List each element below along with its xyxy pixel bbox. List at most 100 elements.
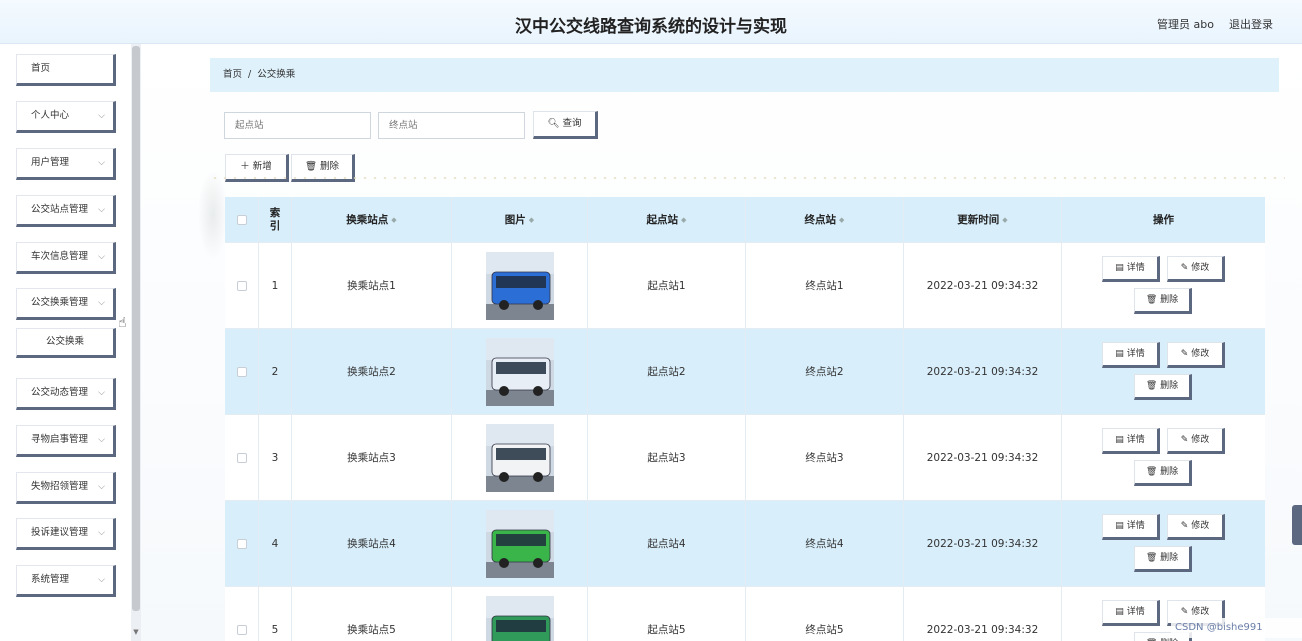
sidebar-item-home[interactable]: 首页 (16, 54, 116, 86)
row-updated-value: 2022-03-21 09:34:32 (926, 365, 1039, 378)
detail-button-label: 详情 (1126, 521, 1145, 531)
top-header: 汉中公交线路查询系统的设计与实现 管理员 abo 退出登录 (0, 0, 1302, 44)
row-checkbox[interactable] (236, 538, 247, 549)
header-start-label: 起点站 (646, 214, 679, 226)
chevron-down-icon: ⌵ (98, 388, 105, 398)
delete-button[interactable]: 🗑︎ 删除 (1134, 374, 1192, 400)
row-start-value: 起点站3 (647, 452, 686, 464)
sidebar-item-transfer-management[interactable]: 公交换乘管理 ⌵ (16, 288, 116, 320)
bus-photo[interactable] (485, 509, 554, 578)
sidebar-item-personal-center[interactable]: 个人中心 ⌵ (16, 101, 116, 133)
row-select-cell (225, 329, 259, 414)
header-updated[interactable]: 更新时间 ◆ (904, 197, 1062, 242)
detail-button[interactable]: ▤ 详情 (1102, 256, 1160, 282)
select-all-checkbox[interactable] (236, 214, 247, 225)
row-updated: 2022-03-21 09:34:32 (904, 415, 1062, 500)
row-transfer-value: 换乘站点5 (347, 624, 396, 636)
scroll-down-arrow-icon[interactable]: ▼ (132, 628, 140, 638)
header-index-label: 索引 (269, 206, 281, 232)
sort-icon[interactable]: ◆ (529, 216, 534, 224)
row-updated-value: 2022-03-21 09:34:32 (926, 623, 1039, 636)
table-row: 5 换乘站点5 起点站5 终点站5 2022-03-21 09:34:32 ▤ 详情 ✎ 修… (225, 586, 1265, 641)
table-header-row: 索引 换乘站点 ◆ 图片 ◆ 起点站 ◆ 终点站 ◆ 更新时间 ◆ 操作 (225, 197, 1265, 242)
sidebar-item-complaint-management[interactable]: 投诉建议管理 ⌵ (16, 518, 116, 550)
sidebar-item-label: 车次信息管理 (31, 251, 89, 262)
sidebar-scroll-thumb[interactable] (132, 46, 140, 611)
header-transfer[interactable]: 换乘站点 ◆ (292, 197, 452, 242)
sidebar-item-found-items-management[interactable]: 失物招领管理 ⌵ (16, 472, 116, 504)
sort-icon[interactable]: ◆ (681, 216, 686, 224)
row-ops: ▤ 详情 ✎ 修改 🗑︎ 删除 (1062, 501, 1265, 586)
detail-button-label: 详情 (1126, 349, 1145, 359)
detail-button[interactable]: ▤ 详情 (1102, 428, 1160, 454)
row-transfer: 换乘站点5 (292, 587, 452, 641)
sidebar-item-bus-stop-management[interactable]: 公交站点管理 ⌵ (16, 195, 116, 227)
bus-photo[interactable] (485, 423, 554, 492)
header-image[interactable]: 图片 ◆ (452, 197, 588, 242)
delete-button[interactable]: 🗑︎ 删除 (1134, 460, 1192, 486)
sort-icon[interactable]: ◆ (1002, 216, 1007, 224)
side-tab-handle[interactable] (1292, 505, 1302, 545)
sidebar-item-user-management[interactable]: 用户管理 ⌵ (16, 148, 116, 180)
edit-button[interactable]: ✎ 修改 (1167, 514, 1225, 540)
row-image (452, 587, 588, 641)
row-updated: 2022-03-21 09:34:32 (904, 501, 1062, 586)
end-station-input[interactable] (378, 112, 525, 139)
delete-button-label: 删除 (1160, 381, 1179, 391)
edit-button[interactable]: ✎ 修改 (1167, 428, 1225, 454)
bus-photo[interactable] (485, 337, 554, 406)
row-select-cell (225, 501, 259, 586)
bus-photo[interactable] (485, 251, 554, 320)
table-row: 3 换乘站点3 起点站3 终点站3 2022-03-21 09:34:32 ▤ 详情 ✎ 修… (225, 414, 1265, 500)
table-row: 4 换乘站点4 起点站4 终点站4 2022-03-21 09:34:32 ▤ 详情 ✎ 修… (225, 500, 1265, 586)
sidebar-item-lost-notice-management[interactable]: 寻物启事管理 ⌵ (16, 425, 116, 457)
current-user[interactable]: 管理员 abo (1157, 16, 1214, 32)
row-start: 起点站3 (588, 415, 746, 500)
trash-icon: 🗑︎ (1145, 381, 1158, 391)
row-checkbox[interactable] (236, 452, 247, 463)
detail-button[interactable]: ▤ 详情 (1102, 342, 1160, 368)
row-checkbox[interactable] (236, 366, 247, 377)
row-updated-value: 2022-03-21 09:34:32 (926, 537, 1039, 550)
row-end: 终点站1 (746, 243, 904, 328)
row-index: 1 (259, 243, 292, 328)
bus-photo[interactable] (485, 595, 554, 641)
sidebar-item-bus-dynamic-management[interactable]: 公交动态管理 ⌵ (16, 378, 116, 410)
header-end[interactable]: 终点站 ◆ (746, 197, 904, 242)
header-index: 索引 (259, 197, 292, 242)
row-checkbox[interactable] (236, 280, 247, 291)
row-checkbox[interactable] (236, 624, 247, 635)
background-decoration (210, 174, 1285, 182)
breadcrumb: 首页 / 公交换乘 (210, 58, 1279, 92)
background-decoration (198, 170, 228, 260)
breadcrumb-home[interactable]: 首页 (223, 69, 242, 80)
sort-icon[interactable]: ◆ (391, 216, 396, 224)
row-image (452, 243, 588, 328)
edit-button[interactable]: ✎ 修改 (1167, 256, 1225, 282)
row-index: 2 (259, 329, 292, 414)
sidebar-item-trip-info-management[interactable]: 车次信息管理 ⌵ (16, 242, 116, 274)
edit-button[interactable]: ✎ 修改 (1167, 342, 1225, 368)
row-ops: ▤ 详情 ✎ 修改 🗑︎ 删除 (1062, 415, 1265, 500)
detail-button[interactable]: ▤ 详情 (1102, 600, 1160, 626)
sort-icon[interactable]: ◆ (839, 216, 844, 224)
row-transfer-value: 换乘站点1 (347, 280, 396, 292)
delete-button[interactable]: 🗑︎ 删除 (1134, 288, 1192, 314)
search-icon: 🔍︎ (547, 118, 560, 129)
start-station-input[interactable] (224, 112, 371, 139)
header-ops: 操作 (1062, 197, 1265, 242)
row-end: 终点站5 (746, 587, 904, 641)
row-ops: ▤ 详情 ✎ 修改 🗑︎ 删除 (1062, 243, 1265, 328)
header-end-label: 终点站 (804, 214, 837, 226)
sidebar-subitem-transfer[interactable]: 公交换乘 (16, 328, 116, 358)
header-start[interactable]: 起点站 ◆ (588, 197, 746, 242)
query-button[interactable]: 🔍︎ 查询 (533, 111, 598, 139)
detail-button[interactable]: ▤ 详情 (1102, 514, 1160, 540)
logout-link[interactable]: 退出登录 (1229, 16, 1273, 32)
sidebar-item-system-management[interactable]: 系统管理 ⌵ (16, 565, 116, 597)
row-transfer-value: 换乘站点4 (347, 538, 396, 550)
chevron-down-icon: ⌵ (98, 205, 105, 215)
document-icon: ▤ (1115, 263, 1124, 273)
detail-button-label: 详情 (1126, 435, 1145, 445)
delete-button[interactable]: 🗑︎ 删除 (1134, 546, 1192, 572)
